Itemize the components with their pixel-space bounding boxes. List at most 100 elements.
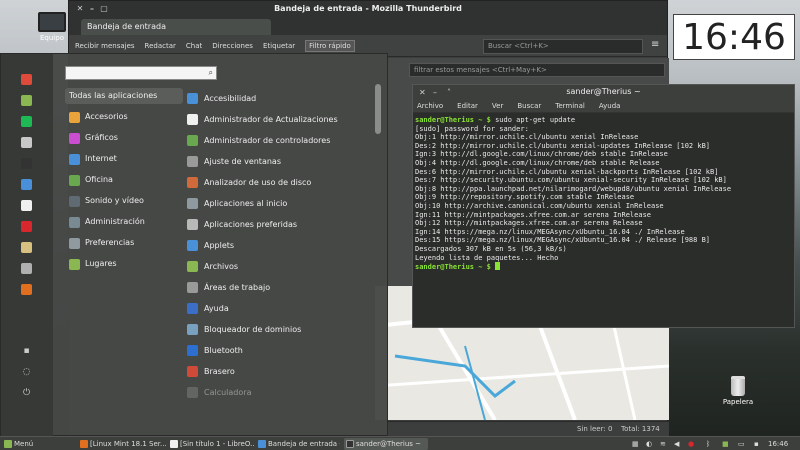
app-icon [187, 344, 198, 356]
spotify-icon[interactable] [21, 116, 32, 127]
app-item[interactable]: Administrador de Actualizaciones [187, 109, 367, 129]
filter-messages-input[interactable]: filtrar estos mensajes <Ctrl+May+K> [409, 63, 665, 77]
menu-button-label: Menú [14, 440, 34, 448]
app-item[interactable]: Calculadora [187, 382, 367, 402]
menu-terminal[interactable]: Terminal [555, 99, 585, 112]
taskbar-window-1[interactable]: [Linux Mint 18.1 Ser... [78, 438, 166, 450]
search-input[interactable]: Buscar <Ctrl+K> [483, 39, 643, 54]
network-icon[interactable]: ≋ [660, 438, 666, 450]
menu-buscar[interactable]: Buscar [517, 99, 541, 112]
app-label: Accesibilidad [204, 93, 257, 103]
trash-desktop-icon[interactable]: Papelera [716, 376, 760, 406]
app-icon [187, 113, 198, 125]
close-icon[interactable]: ✕ [75, 4, 85, 14]
app-label: Calculadora [204, 387, 252, 397]
app-item[interactable]: Applets [187, 235, 367, 255]
taskbar-window-2[interactable]: [Sin título 1 - LibreO... [168, 438, 254, 450]
mega-tray-icon[interactable]: ● [688, 438, 694, 450]
window-title: Bandeja de entrada - Mozilla Thunderbird [274, 4, 462, 13]
computer-desktop-icon[interactable]: Equipo [32, 12, 72, 42]
app-item[interactable]: Aplicaciones preferidas [187, 214, 367, 234]
volume-icon[interactable]: ◀ [674, 438, 679, 450]
app-icon [187, 260, 198, 272]
terminal-icon [346, 440, 354, 448]
app-item[interactable]: Analizador de uso de disco [187, 172, 367, 192]
taskbar-window-4[interactable]: sander@Therius ~ [344, 438, 428, 450]
app-item[interactable]: Aplicaciones al inicio [187, 193, 367, 213]
archive-icon[interactable] [21, 242, 32, 253]
app-item[interactable]: Ajuste de ventanas [187, 151, 367, 171]
category-item[interactable]: Oficina [65, 172, 183, 188]
terminal-titlebar[interactable]: ✕ – ˄ sander@Therius ~ [413, 85, 794, 99]
taskbar-clock[interactable]: 16:46 [768, 438, 788, 450]
browser-icon[interactable] [21, 179, 32, 190]
category-item[interactable]: Todas las aplicaciones [65, 88, 183, 104]
app-icon [187, 386, 198, 398]
app-item[interactable]: Bloqueador de dominios [187, 319, 367, 339]
update-icon[interactable]: ■ [722, 438, 729, 450]
bluetooth-icon[interactable]: ᛒ [706, 438, 710, 450]
app-item[interactable]: Áreas de trabajo [187, 277, 367, 297]
prompt-current: sander@Therius ~ $ [415, 263, 491, 272]
output-line: Des:7 http://security.ubuntu.com/ubuntu … [415, 176, 727, 185]
thunderbird-titlebar[interactable]: Bandeja de entrada - Mozilla Thunderbird… [69, 1, 667, 17]
battery-icon[interactable]: ▭ [738, 438, 745, 450]
app-item[interactable]: Brasero [187, 361, 367, 381]
terminal-output[interactable]: sander@Therius ~ $ sudo apt-get update [… [413, 113, 794, 275]
lock-icon[interactable]: ▪ [21, 346, 32, 357]
category-item[interactable]: Preferencias [65, 235, 183, 251]
chrome-icon[interactable] [21, 74, 32, 85]
category-item[interactable]: Accesorios [65, 109, 183, 125]
chat-button[interactable]: Chat [186, 42, 202, 50]
taskbar-window-3[interactable]: Bandeja de entrada -... [256, 438, 340, 450]
taskbar-window-label: sander@Therius ~ [356, 440, 422, 448]
maximize-icon[interactable]: ▢ [99, 4, 109, 14]
hamburger-menu-icon[interactable]: ≡ [651, 39, 659, 50]
category-item[interactable]: Lugares [65, 256, 183, 272]
app-item[interactable]: Ayuda [187, 298, 367, 318]
app-item[interactable]: Bluetooth [187, 340, 367, 360]
power-icon[interactable]: ⏻ [21, 388, 32, 399]
settings-icon[interactable] [21, 263, 32, 274]
menu-search-input[interactable]: ⌕ [65, 66, 217, 80]
app-item[interactable]: Archivos [187, 256, 367, 276]
category-item[interactable]: Sonido y vídeo [65, 193, 183, 209]
people-icon[interactable]: ◐ [646, 438, 652, 450]
get-mail-button[interactable]: Recibir mensajes [75, 42, 135, 50]
files-icon[interactable] [21, 95, 32, 106]
menu-button[interactable]: Menú [2, 438, 44, 450]
terminal-title: sander@Therius ~ [566, 87, 641, 96]
menu-ver[interactable]: Ver [492, 99, 503, 112]
maximize-icon[interactable]: ˄ [447, 86, 451, 100]
keyboard-icon[interactable]: ▦ [632, 438, 639, 450]
text-editor-icon[interactable] [21, 137, 32, 148]
logout-icon[interactable]: ◌ [21, 367, 32, 378]
menu-ayuda[interactable]: Ayuda [599, 99, 621, 112]
category-item[interactable]: Internet [65, 151, 183, 167]
scrollbar[interactable] [375, 84, 381, 134]
quick-filter-button[interactable]: Filtro rápido [305, 39, 355, 52]
tag-button[interactable]: Etiquetar [263, 42, 295, 50]
app-label: Brasero [204, 366, 235, 376]
address-book-button[interactable]: Direcciones [212, 42, 253, 50]
minimize-icon[interactable]: – [87, 4, 97, 14]
trash-label: Papelera [722, 398, 754, 406]
app-item[interactable]: Accesibilidad [187, 88, 367, 108]
mint-icon [4, 440, 12, 448]
tab-inbox[interactable]: Bandeja de entrada [81, 19, 271, 35]
category-item[interactable]: Gráficos [65, 130, 183, 146]
app-item[interactable]: Administrador de controladores [187, 130, 367, 150]
category-item[interactable]: Administración [65, 214, 183, 230]
menu-archivo[interactable]: Archivo [417, 99, 443, 112]
mega-icon[interactable] [21, 221, 32, 232]
power-tray-icon[interactable]: ▪ [754, 438, 759, 450]
terminal-icon[interactable] [21, 158, 32, 169]
java-icon[interactable] [21, 284, 32, 295]
package-icon[interactable] [21, 200, 32, 211]
minimize-icon[interactable]: – [433, 86, 437, 100]
close-icon[interactable]: ✕ [419, 86, 426, 100]
app-label: Bluetooth [204, 345, 243, 355]
write-button[interactable]: Redactar [145, 42, 176, 50]
search-icon: ⌕ [208, 68, 213, 77]
menu-editar[interactable]: Editar [457, 99, 478, 112]
